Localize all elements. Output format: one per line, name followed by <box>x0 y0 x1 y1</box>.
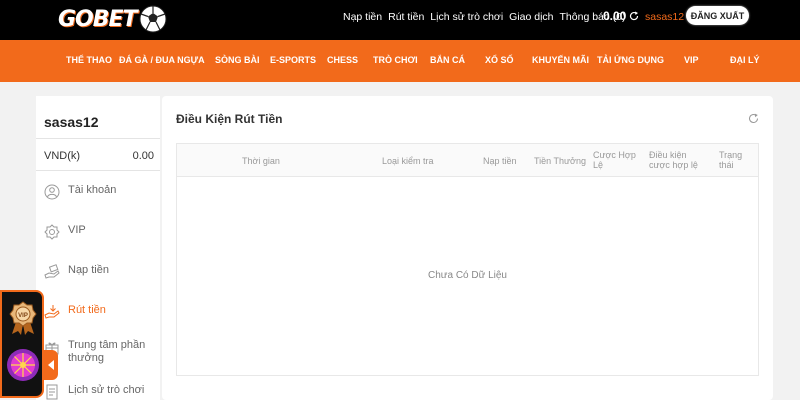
top-bar: GOBET Nạp tiền Rút tiền Lịch sử trò chơi… <box>0 0 800 40</box>
sidebar-item-label: Nạp tiền <box>68 264 109 276</box>
nav-vip[interactable]: VIP <box>684 55 699 65</box>
main-nav: THỂ THAO ĐÁ GÀ / ĐUA NGỰA SÒNG BÀI E-SPO… <box>0 40 800 82</box>
nav-games[interactable]: TRÒ CHƠI <box>373 55 418 65</box>
lucky-wheel-icon[interactable] <box>6 348 40 382</box>
chevron-left-icon <box>48 360 54 370</box>
withdraw-conditions-panel: Điều Kiện Rút Tiền Thời gian Loại kiểm t… <box>162 96 773 400</box>
soccer-ball-icon <box>139 5 167 33</box>
nav-agent[interactable]: ĐẠI LÝ <box>730 55 760 65</box>
vip-medal-icon[interactable]: VIP <box>8 300 38 336</box>
top-links: Nạp tiền Rút tiền Lịch sử trò chơi Giao … <box>343 11 625 23</box>
sidebar-item-game-history[interactable]: Lịch sử trò chơi <box>44 384 160 400</box>
table-header: Thời gian Loại kiểm tra Nạp tiền Tiền Th… <box>177 144 758 177</box>
nav-lottery[interactable]: XỔ SỐ <box>485 55 514 65</box>
column-header-valid-bet-condition: Điều kiện cược hợp lệ <box>649 150 698 170</box>
conditions-table: Thời gian Loại kiểm tra Nạp tiền Tiền Th… <box>176 143 759 376</box>
top-balance: 0.00 <box>603 9 639 23</box>
column-header-status: Trạng thái <box>719 150 743 170</box>
sidebar-username: sasas12 <box>44 114 99 130</box>
history-icon <box>46 384 58 400</box>
user-icon <box>44 184 60 200</box>
deposit-hand-icon <box>44 264 60 279</box>
nav-casino[interactable]: SÒNG BÀI <box>215 55 260 65</box>
sidebar-item-rewards[interactable]: Trung tâm phần thưởng <box>44 339 160 365</box>
top-username[interactable]: sasas12 <box>645 11 684 23</box>
nav-download-app[interactable]: TẢI ỨNG DỤNG <box>597 55 664 65</box>
sidebar-item-deposit[interactable]: Nạp tiền <box>44 264 160 280</box>
sidebar-item-label: Rút tiền <box>68 304 106 316</box>
divider <box>36 138 160 139</box>
nav-cockfight-racing[interactable]: ĐÁ GÀ / ĐUA NGỰA <box>119 55 205 65</box>
sidebar-item-label: VIP <box>68 224 86 236</box>
column-header-deposit: Nạp tiền <box>483 156 517 166</box>
refresh-icon[interactable] <box>748 113 759 124</box>
column-header-valid-bet: Cược Hợp Lệ <box>593 150 636 170</box>
column-header-bonus: Tiền Thưởng <box>534 156 586 166</box>
panel-title: Điều Kiện Rút Tiền <box>176 112 283 126</box>
logo[interactable]: GOBET <box>58 4 167 34</box>
nav-chess[interactable]: CHESS <box>327 55 358 65</box>
refresh-icon[interactable] <box>629 11 639 21</box>
vip-medal-text: VIP <box>18 313 28 319</box>
promo-toggle-button[interactable] <box>44 350 58 380</box>
floating-promo-widget[interactable]: VIP <box>0 290 44 398</box>
nav-esports[interactable]: E-SPORTS <box>270 55 316 65</box>
vip-badge-icon <box>44 224 60 240</box>
top-link-game-history[interactable]: Lịch sử trò chơi <box>430 11 503 23</box>
nav-sports[interactable]: THỂ THAO <box>66 55 112 65</box>
withdraw-icon <box>44 305 60 319</box>
sidebar-item-withdraw[interactable]: Rút tiền <box>44 304 160 320</box>
sidebar-currency: VND(k) <box>44 150 81 162</box>
nav-fishing[interactable]: BẮN CÁ <box>430 55 465 65</box>
column-header-time: Thời gian <box>242 156 280 166</box>
top-link-withdraw[interactable]: Rút tiền <box>388 11 424 23</box>
divider <box>36 170 160 171</box>
sidebar-item-account[interactable]: Tài khoản <box>44 184 160 200</box>
top-link-deposit[interactable]: Nạp tiền <box>343 11 382 23</box>
sidebar-item-label: Lịch sử trò chơi <box>68 384 145 396</box>
logout-button[interactable]: ĐĂNG XUẤT <box>686 6 749 25</box>
logo-text: GOBET <box>58 6 138 32</box>
sidebar-item-vip[interactable]: VIP <box>44 224 160 240</box>
nav-promotions[interactable]: KHUYẾN MÃI <box>532 55 589 65</box>
empty-state-text: Chưa Có Dữ Liệu <box>428 270 507 281</box>
top-link-transactions[interactable]: Giao dịch <box>509 11 553 23</box>
sidebar-item-label: Trung tâm phần thưởng <box>68 339 146 364</box>
sidebar-balance: 0.00 <box>132 150 154 162</box>
column-header-check-type: Loại kiểm tra <box>382 156 434 166</box>
sidebar-item-label: Tài khoản <box>68 184 117 196</box>
balance-value: 0.00 <box>603 9 627 23</box>
